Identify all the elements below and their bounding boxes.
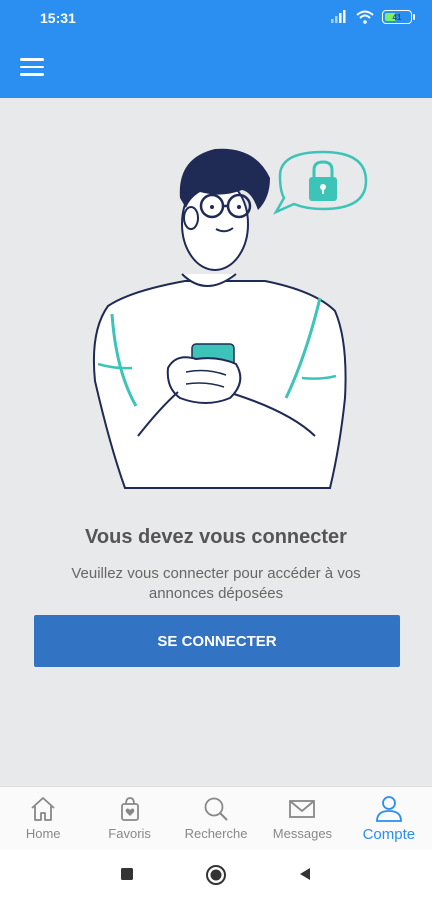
status-time: 15:31: [40, 10, 76, 26]
bottom-navigation: Home Favoris Recherche Messages Compte: [0, 786, 432, 850]
nav-label-favoris: Favoris: [108, 826, 151, 841]
square-recents-icon[interactable]: [119, 866, 135, 882]
nav-item-home[interactable]: Home: [0, 787, 86, 850]
status-icons: 41: [330, 10, 415, 24]
nav-item-recherche[interactable]: Recherche: [173, 787, 259, 850]
subtitle-line-1: Veuillez vous connecter pour accéder à v…: [71, 565, 361, 582]
subtitle-line-2: annonces déposées: [148, 585, 284, 602]
nav-label-recherche: Recherche: [184, 826, 248, 841]
circle-home-icon[interactable]: [205, 864, 227, 886]
favorites-bag-icon: [120, 797, 139, 821]
status-bar: 15:31 41: [0, 0, 432, 36]
nav-item-favoris[interactable]: Favoris: [86, 787, 172, 850]
login-required-screen: Vous devez vous connecter Veuillez vous …: [0, 98, 432, 786]
hamburger-menu-icon[interactable]: [16, 52, 48, 82]
triangle-back-icon[interactable]: [297, 866, 313, 882]
nav-label-home: Home: [25, 826, 61, 841]
nav-label-compte: Compte: [362, 826, 416, 843]
person-with-phone-and-lock-illustration: [92, 148, 368, 489]
search-icon: [204, 797, 228, 821]
battery-icon: 41: [382, 10, 415, 24]
nav-item-messages[interactable]: Messages: [259, 787, 345, 850]
page-subtitle: Veuillez vous connecter pour accéder à v…: [40, 564, 392, 604]
envelope-icon: [289, 800, 316, 818]
home-icon: [31, 797, 55, 821]
battery-level: 41: [392, 12, 402, 22]
user-icon: [375, 796, 402, 822]
page-title: Vous devez vous connecter: [85, 526, 347, 548]
system-navigation-bar: [0, 850, 432, 900]
signal-icon: [331, 10, 346, 23]
login-button[interactable]: SE CONNECTER: [34, 615, 400, 667]
app-bar: [0, 36, 432, 98]
nav-item-compte[interactable]: Compte: [346, 787, 432, 850]
nav-label-messages: Messages: [272, 826, 333, 841]
wifi-icon: [356, 10, 374, 24]
